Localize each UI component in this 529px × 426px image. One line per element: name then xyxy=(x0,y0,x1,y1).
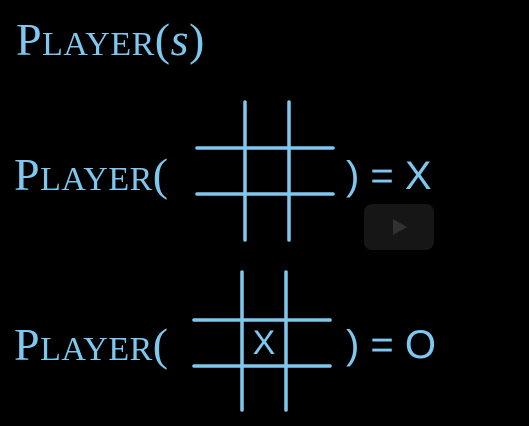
title-s: s xyxy=(170,14,190,65)
row2-p: P xyxy=(14,319,41,370)
slide-title: PLAYER(s) xyxy=(16,14,205,71)
row1-result: ) = X xyxy=(346,154,432,198)
empty-board xyxy=(195,100,335,242)
title-layer: LAYER xyxy=(42,26,155,63)
slide: PLAYER(s) PLAYER( ) = X PLAYER( X ) = O xyxy=(0,0,529,426)
row2-result: ) = O xyxy=(346,323,437,367)
board2-center-mark: X xyxy=(253,324,276,362)
play-icon xyxy=(393,219,407,235)
row2-open-paren: ( xyxy=(152,319,169,370)
row1-p: P xyxy=(14,149,41,200)
row1-layer: LAYER xyxy=(40,161,153,198)
title-p: P xyxy=(16,14,43,65)
title-open-paren: ( xyxy=(154,14,171,65)
title-close-paren: ) xyxy=(189,14,205,65)
board-with-x: X xyxy=(192,270,332,412)
play-button[interactable] xyxy=(364,204,434,250)
row1-label: PLAYER( xyxy=(14,150,169,205)
row2-layer: LAYER xyxy=(40,331,153,368)
row1-open-paren: ( xyxy=(152,149,169,200)
row2-label: PLAYER( xyxy=(14,320,169,375)
